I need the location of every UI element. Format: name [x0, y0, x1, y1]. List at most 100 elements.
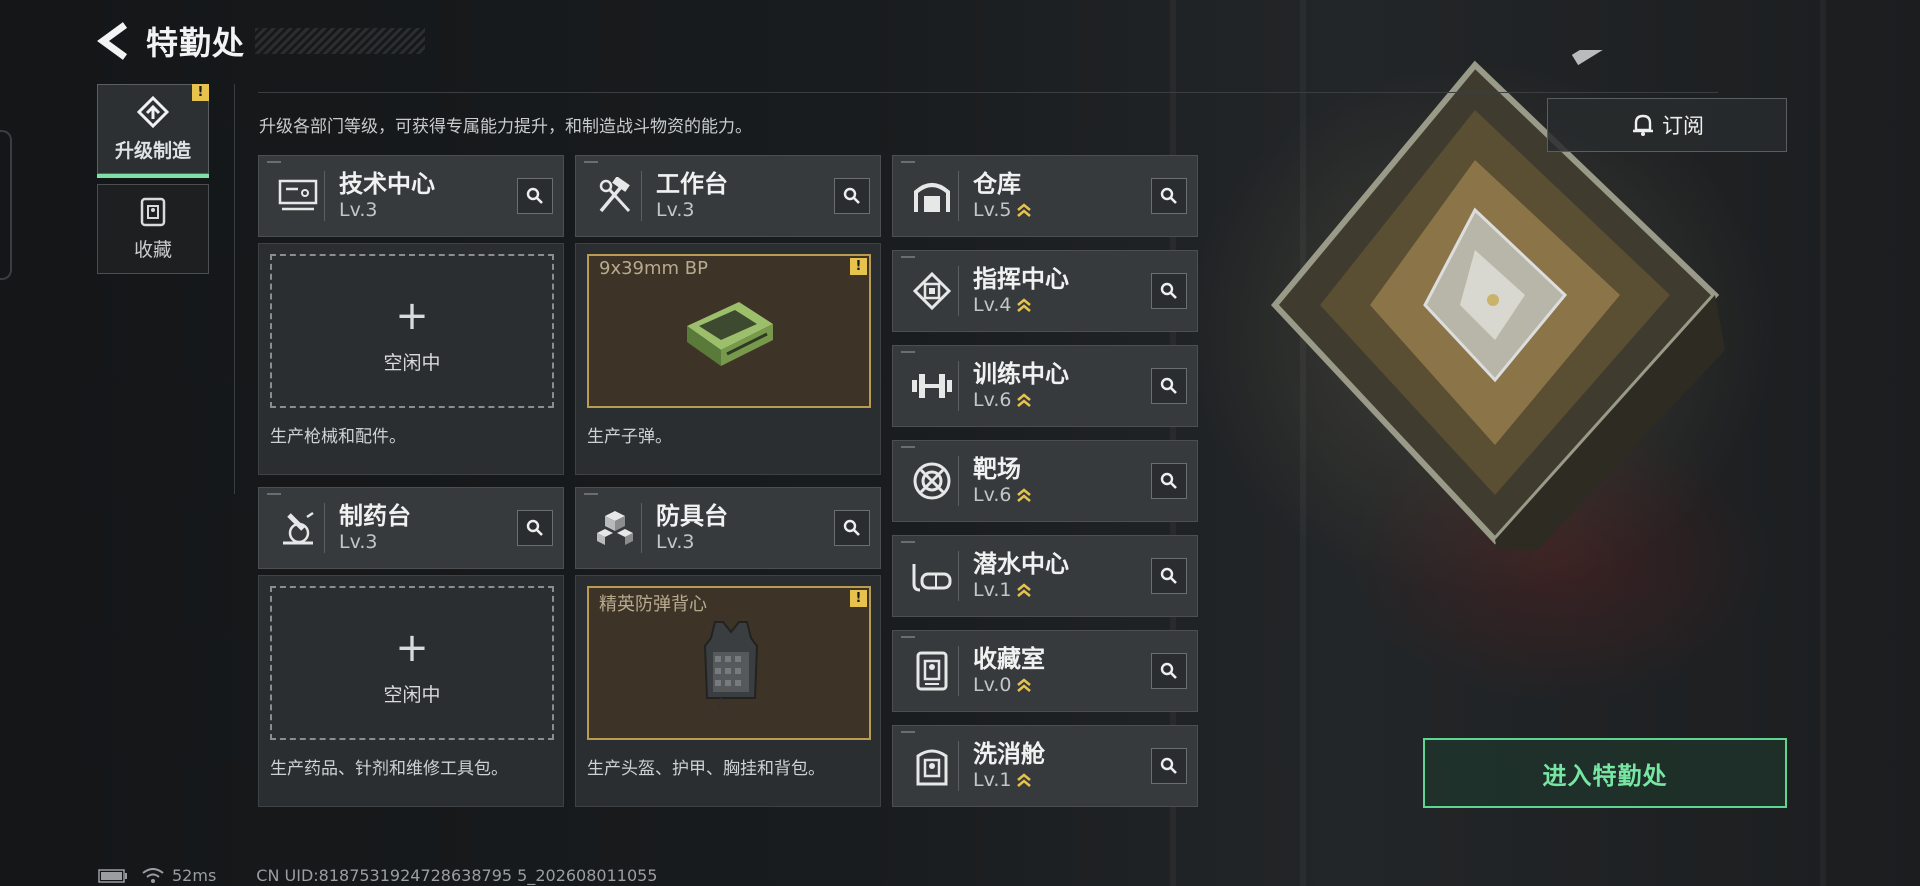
bell-icon [1633, 114, 1653, 136]
inspect-button[interactable] [517, 510, 553, 546]
upgrade-available-icon [1017, 203, 1032, 217]
microscope-icon [271, 503, 325, 553]
facility-name: 训练中心 [973, 360, 1069, 388]
search-icon [1160, 472, 1177, 489]
enter-special-ops-button[interactable]: 进入特勤处 [1423, 738, 1787, 808]
back-button[interactable] [96, 19, 132, 63]
upgrade-available-icon [1017, 393, 1032, 407]
facility-collection-room[interactable]: 收藏室 Lv.0 [892, 630, 1198, 712]
upgrade-available-icon [1017, 583, 1032, 597]
facility-tech-center[interactable]: 技术中心 Lv.3 [258, 155, 564, 237]
facility-shooting-range[interactable]: 靶场 Lv.6 [892, 440, 1198, 522]
production-description: 生产枪械和配件。 [270, 427, 406, 447]
facility-armor-bench[interactable]: 防具台 Lv.3 [575, 487, 881, 569]
slot-status: 空闲中 [383, 352, 441, 374]
add-icon: + [395, 625, 429, 671]
tab-label: 升级制造 [114, 139, 191, 162]
production-description: 生产子弹。 [587, 427, 672, 447]
facility-name: 技术中心 [339, 170, 435, 198]
facility-name: 洗消舱 [973, 740, 1045, 768]
facility-name: 防具台 [656, 502, 728, 530]
facility-warehouse[interactable]: 仓库 Lv.5 [892, 155, 1198, 237]
production-slot[interactable]: + 空闲中 [270, 586, 554, 740]
facility-name: 指挥中心 [973, 265, 1069, 293]
ammo-box-image [687, 302, 773, 366]
slot-item-name: 精英防弹背心 [599, 594, 707, 615]
page-header: 特勤处 [96, 18, 426, 64]
facility-level: Lv.3 [339, 199, 378, 221]
warning-badge: ! [850, 258, 867, 275]
search-icon [843, 519, 860, 536]
diving-mask-icon [905, 551, 959, 601]
production-panel-tech-center: + 空闲中 生产枪械和配件。 [258, 243, 564, 475]
facility-decon-chamber[interactable]: 洗消舱 Lv.1 [892, 725, 1198, 807]
production-slot[interactable]: ! 精英防弹背心 [587, 586, 871, 740]
facility-name: 收藏室 [973, 645, 1045, 673]
collection-room-icon [905, 646, 959, 696]
facility-name: 制药台 [339, 502, 411, 530]
inspect-button[interactable] [1151, 463, 1187, 499]
monitor-icon [271, 171, 325, 221]
facility-level: Lv.3 [656, 199, 695, 221]
inspect-button[interactable] [517, 178, 553, 214]
production-description: 生产头盔、护甲、胸挂和背包。 [587, 759, 825, 779]
title-stripe [255, 28, 426, 54]
inspect-button[interactable] [834, 510, 870, 546]
armor-blocks-icon [588, 503, 642, 553]
facility-name: 靶场 [973, 455, 1021, 483]
upgrade-available-icon [1017, 488, 1032, 502]
user-uid: CN UID:8187531924728638795 5_20260801105… [256, 866, 658, 885]
inspect-button[interactable] [1151, 558, 1187, 594]
production-slot[interactable]: + 空闲中 [270, 254, 554, 408]
facility-command-center[interactable]: 指挥中心 Lv.4 [892, 250, 1198, 332]
back-arrow-icon [97, 22, 128, 60]
side-rail [0, 130, 12, 280]
facility-level: Lv.6 [973, 389, 1012, 411]
search-icon [1160, 282, 1177, 299]
tools-icon [588, 171, 642, 221]
wifi-icon [142, 867, 164, 883]
subscribe-button[interactable]: 订阅 [1547, 98, 1787, 152]
facility-level: Lv.5 [973, 199, 1012, 221]
facility-pharmacy[interactable]: 制药台 Lv.3 [258, 487, 564, 569]
enter-label: 进入特勤处 [1542, 761, 1668, 790]
divider [234, 84, 235, 494]
upgrade-icon [137, 95, 169, 128]
collection-icon [140, 197, 166, 226]
production-panel-armor-bench: ! 精英防弹背心 生产头盔、护甲、胸挂和背包。 [575, 575, 881, 807]
battery-icon [98, 868, 127, 883]
page-subtitle: 升级各部门等级，可获得专属能力提升，和制造战斗物资的能力。 [259, 117, 752, 137]
facility-level: Lv.0 [973, 674, 1012, 696]
target-icon [905, 456, 959, 506]
upgrade-available-icon [1017, 773, 1032, 787]
upgrade-available-icon [1017, 678, 1032, 692]
search-icon [1160, 662, 1177, 679]
inspect-button[interactable] [1151, 178, 1187, 214]
slot-status: 空闲中 [383, 684, 441, 706]
inspect-button[interactable] [834, 178, 870, 214]
tab-upgrade-craft[interactable]: ! 升级制造 [97, 84, 209, 178]
warning-badge: ! [192, 84, 209, 101]
inspect-button[interactable] [1151, 273, 1187, 309]
production-panel-workbench: ! 9x39mm BP 生产子弹。 [575, 243, 881, 475]
facility-training-center[interactable]: 训练中心 Lv.6 [892, 345, 1198, 427]
subscribe-label: 订阅 [1662, 114, 1704, 138]
inspect-button[interactable] [1151, 748, 1187, 784]
add-icon: + [395, 293, 429, 339]
facility-diving-center[interactable]: 潜水中心 Lv.1 [892, 535, 1198, 617]
ping-value: 52ms [172, 866, 217, 885]
facility-level: Lv.1 [973, 769, 1012, 791]
facility-name: 潜水中心 [973, 550, 1069, 578]
tab-collection[interactable]: 收藏 [97, 184, 209, 274]
facility-level: Lv.4 [973, 294, 1012, 316]
facility-workbench[interactable]: 工作台 Lv.3 [575, 155, 881, 237]
divider [258, 92, 1718, 93]
production-description: 生产药品、针剂和维修工具包。 [270, 759, 508, 779]
armor-vest-image [703, 621, 759, 709]
upgrade-available-icon [1017, 298, 1032, 312]
page-title: 特勤处 [146, 24, 246, 62]
inspect-button[interactable] [1151, 368, 1187, 404]
search-icon [526, 187, 543, 204]
production-slot[interactable]: ! 9x39mm BP [587, 254, 871, 408]
inspect-button[interactable] [1151, 653, 1187, 689]
